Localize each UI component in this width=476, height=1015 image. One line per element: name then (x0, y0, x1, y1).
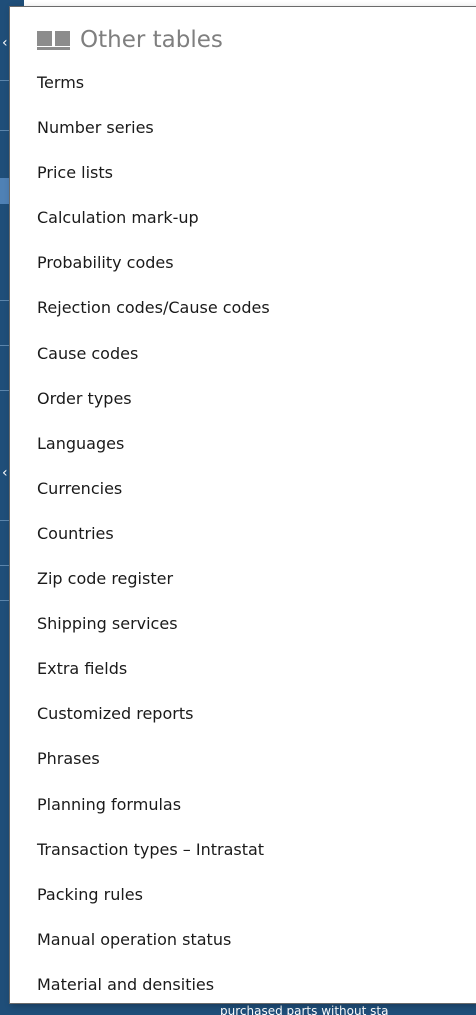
menu-item-planning-formulas[interactable]: Planning formulas (10, 790, 476, 835)
menu-item-material-and-densities[interactable]: Material and densities (10, 970, 476, 1015)
flyout-header: Other tables (10, 7, 476, 65)
other-tables-menu: Terms Number series Price lists Calculat… (10, 68, 476, 1015)
book-icon (37, 31, 70, 50)
other-tables-flyout: Other tables Terms Number series Price l… (9, 6, 476, 1004)
menu-item-currencies[interactable]: Currencies (10, 474, 476, 519)
menu-item-terms[interactable]: Terms (10, 68, 476, 113)
menu-item-number-series[interactable]: Number series (10, 113, 476, 158)
menu-item-extra-fields[interactable]: Extra fields (10, 654, 476, 699)
menu-item-order-types[interactable]: Order types (10, 384, 476, 429)
menu-item-manual-operation-status[interactable]: Manual operation status (10, 925, 476, 970)
menu-item-zip-code-register[interactable]: Zip code register (10, 564, 476, 609)
menu-item-calculation-mark-up[interactable]: Calculation mark-up (10, 203, 476, 248)
menu-item-shipping-services[interactable]: Shipping services (10, 609, 476, 654)
menu-item-customized-reports[interactable]: Customized reports (10, 699, 476, 744)
menu-item-phrases[interactable]: Phrases (10, 744, 476, 789)
menu-item-languages[interactable]: Languages (10, 429, 476, 474)
collapse-chevron-icon[interactable]: ‹ (2, 466, 8, 480)
menu-item-countries[interactable]: Countries (10, 519, 476, 564)
menu-item-rejection-cause-codes[interactable]: Rejection codes/Cause codes (10, 293, 476, 338)
menu-item-price-lists[interactable]: Price lists (10, 158, 476, 203)
menu-item-packing-rules[interactable]: Packing rules (10, 880, 476, 925)
menu-item-probability-codes[interactable]: Probability codes (10, 248, 476, 293)
flyout-title: Other tables (80, 27, 223, 53)
menu-item-transaction-types-intrastat[interactable]: Transaction types – Intrastat (10, 835, 476, 880)
menu-item-cause-codes[interactable]: Cause codes (10, 339, 476, 384)
collapse-chevron-icon[interactable]: ‹ (2, 36, 8, 50)
